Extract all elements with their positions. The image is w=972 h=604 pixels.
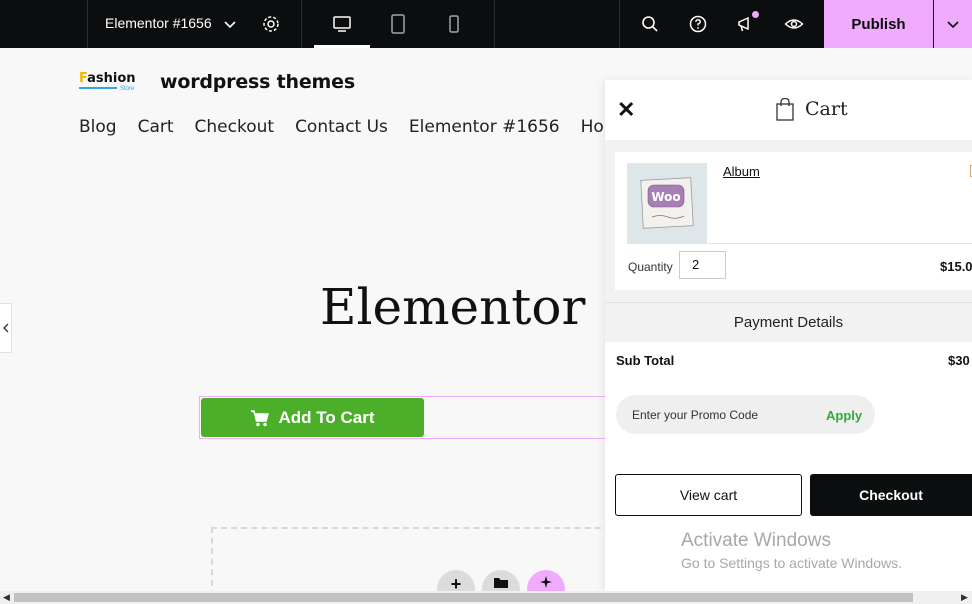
activation-watermark-title: Activate Windows	[681, 530, 831, 551]
quantity-value: 2	[692, 257, 700, 272]
apply-promo-button[interactable]: Apply	[826, 408, 862, 423]
promo-code-field: Enter your Promo Code Apply	[616, 395, 875, 434]
folder-icon	[494, 578, 508, 588]
subtotal-label: Sub Total	[616, 353, 675, 368]
product-image: Woo	[640, 177, 694, 229]
help-icon[interactable]	[686, 12, 710, 36]
quantity-label: Quantity	[628, 260, 673, 274]
activation-watermark-subtitle: Go to Settings to activate Windows.	[681, 555, 902, 571]
close-icon[interactable]: ✕	[617, 99, 635, 121]
add-to-cart-button[interactable]: Add To Cart	[201, 398, 424, 437]
search-icon[interactable]	[638, 12, 662, 36]
topbar-divider	[619, 0, 620, 48]
svg-text:Woo: Woo	[651, 190, 680, 204]
promo-code-input[interactable]: Enter your Promo Code	[632, 408, 758, 422]
topbar-divider	[87, 0, 88, 48]
logo-word: ashion	[87, 71, 136, 86]
publish-button[interactable]: Publish	[824, 0, 933, 48]
sparkle-icon	[540, 576, 552, 588]
scroll-right-icon[interactable]: ▶	[961, 592, 968, 603]
horizontal-scrollbar[interactable]: ◀ ▶	[0, 591, 972, 604]
nav-item-blog[interactable]: Blog	[79, 117, 117, 137]
chevron-down-icon	[947, 21, 959, 29]
cart-header: ✕ Cart	[605, 80, 972, 140]
payment-details-header: Payment Details	[605, 302, 972, 342]
publish-options-button[interactable]	[934, 0, 972, 48]
mobile-icon[interactable]	[442, 12, 466, 36]
site-title[interactable]: wordpress themes	[160, 71, 355, 93]
nav-item-cart[interactable]: Cart	[138, 117, 174, 137]
cart-item: Woo Album Quantity 2 $15.0	[615, 152, 972, 290]
shopping-bag-icon	[776, 97, 794, 121]
nav-item-elementor[interactable]: Elementor #1656	[409, 117, 560, 137]
cart-icon	[251, 409, 270, 426]
site-logo[interactable]: Fashion Store	[79, 71, 141, 93]
subtotal-value: $30	[948, 353, 970, 368]
chevron-down-icon[interactable]	[222, 16, 238, 37]
eye-icon[interactable]	[782, 12, 806, 36]
topbar-divider	[494, 0, 495, 48]
nav-item-checkout[interactable]: Checkout	[195, 117, 275, 137]
topbar-divider	[301, 0, 302, 48]
chevron-left-icon	[2, 323, 8, 333]
scrollbar-thumb[interactable]	[14, 593, 913, 602]
site-navigation: Blog Cart Checkout Contact Us Elementor …	[79, 117, 631, 137]
panel-toggle-button[interactable]	[0, 303, 12, 353]
view-cart-button[interactable]: View cart	[615, 474, 802, 516]
scroll-left-icon[interactable]: ◀	[3, 592, 10, 603]
add-to-cart-label: Add To Cart	[278, 407, 375, 427]
notification-dot	[752, 11, 759, 18]
editor-topbar: Elementor #1656 Publish	[0, 0, 972, 48]
nav-item-contact[interactable]: Contact Us	[295, 117, 388, 137]
desktop-icon[interactable]	[330, 12, 354, 36]
tablet-icon[interactable]	[386, 12, 410, 36]
product-name-link[interactable]: Album	[723, 164, 760, 179]
document-title[interactable]: Elementor #1656	[105, 15, 212, 31]
quantity-input[interactable]: 2	[679, 251, 726, 279]
product-thumbnail[interactable]: Woo	[627, 163, 707, 243]
checkout-button[interactable]: Checkout	[810, 474, 972, 516]
item-divider	[627, 243, 972, 244]
gear-icon[interactable]	[259, 12, 283, 36]
mini-cart-panel: ✕ Cart Woo Album Quantity 2 $15.0 Paymen…	[605, 80, 972, 591]
logo-subtext: Store	[120, 86, 135, 92]
active-device-indicator	[314, 45, 370, 48]
logo-underline	[79, 87, 117, 89]
logo-initial: F	[79, 71, 88, 86]
cart-title: Cart	[805, 98, 848, 120]
item-price: $15.0	[940, 259, 972, 274]
